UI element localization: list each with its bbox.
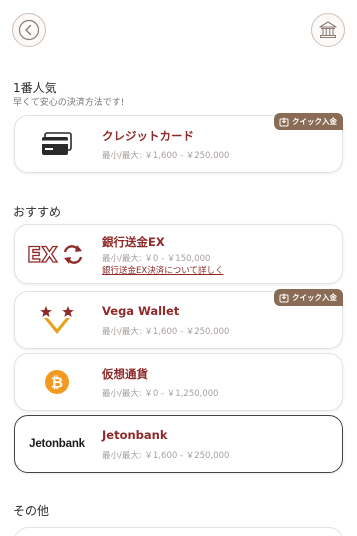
svg-text:₿: ₿: [51, 374, 63, 392]
bank-ex-logo: EX: [15, 225, 99, 283]
method-name: クレジットカード: [102, 129, 194, 143]
method-limit: 最小/最大: ￥0 - ￥1,250,000: [102, 389, 219, 399]
jetonbank-logo-text: Jetonbank: [29, 438, 85, 450]
quick-deposit-badge: クイック入金: [274, 113, 343, 130]
section-title-popular: 1番人気: [13, 81, 57, 95]
quick-deposit-badge: クイック入金: [274, 289, 343, 306]
method-name: Vega Wallet: [102, 304, 180, 318]
bank-ex-details-link[interactable]: 銀行送金EX決済について詳しく: [102, 264, 223, 276]
method-limit: 最小/最大: ￥0 - ￥150,000: [102, 254, 211, 264]
back-button[interactable]: [12, 13, 46, 47]
deposit-icon: [279, 293, 289, 302]
vega-wallet-logo: [15, 292, 99, 348]
section-title-other: その他: [13, 504, 50, 518]
section-title-recommended: おすすめ: [13, 205, 62, 219]
method-name: Jetonbank: [102, 428, 168, 442]
payment-method-bank-ex[interactable]: EX 銀行送金EX 最小/最大: ￥0 - ￥150,000 銀行送金EX決済に…: [14, 224, 343, 284]
method-name: 仮想通貨: [102, 367, 148, 381]
method-name: 銀行送金EX: [102, 235, 165, 249]
bank-button[interactable]: [311, 13, 345, 47]
bank-icon: [319, 21, 337, 38]
chevron-left-circle-icon: [18, 19, 40, 41]
method-limit: 最小/最大: ￥1,600 - ￥250,000: [102, 451, 230, 461]
credit-card-icon: [15, 116, 99, 172]
svg-text:EX: EX: [27, 243, 58, 266]
quick-deposit-label: クイック入金: [292, 293, 337, 302]
payment-method-crypto[interactable]: ₿ 仮想通貨 最小/最大: ￥0 - ￥1,250,000: [14, 353, 343, 411]
method-limit: 最小/最大: ￥1,600 - ￥250,000: [102, 151, 230, 161]
jetonbank-logo: Jetonbank: [15, 416, 99, 472]
payment-method-jetonbank[interactable]: Jetonbank Jetonbank 最小/最大: ￥1,600 - ￥250…: [14, 415, 343, 473]
quick-deposit-label: クイック入金: [292, 117, 337, 126]
method-limit: 最小/最大: ￥1,600 - ￥250,000: [102, 327, 230, 337]
header: [0, 0, 357, 62]
deposit-icon: [279, 117, 289, 126]
payment-method-card-partial[interactable]: [14, 527, 343, 536]
section-subtitle-popular: 早くて安心の決済方法です!: [13, 98, 125, 108]
bitcoin-icon: ₿: [15, 354, 99, 410]
